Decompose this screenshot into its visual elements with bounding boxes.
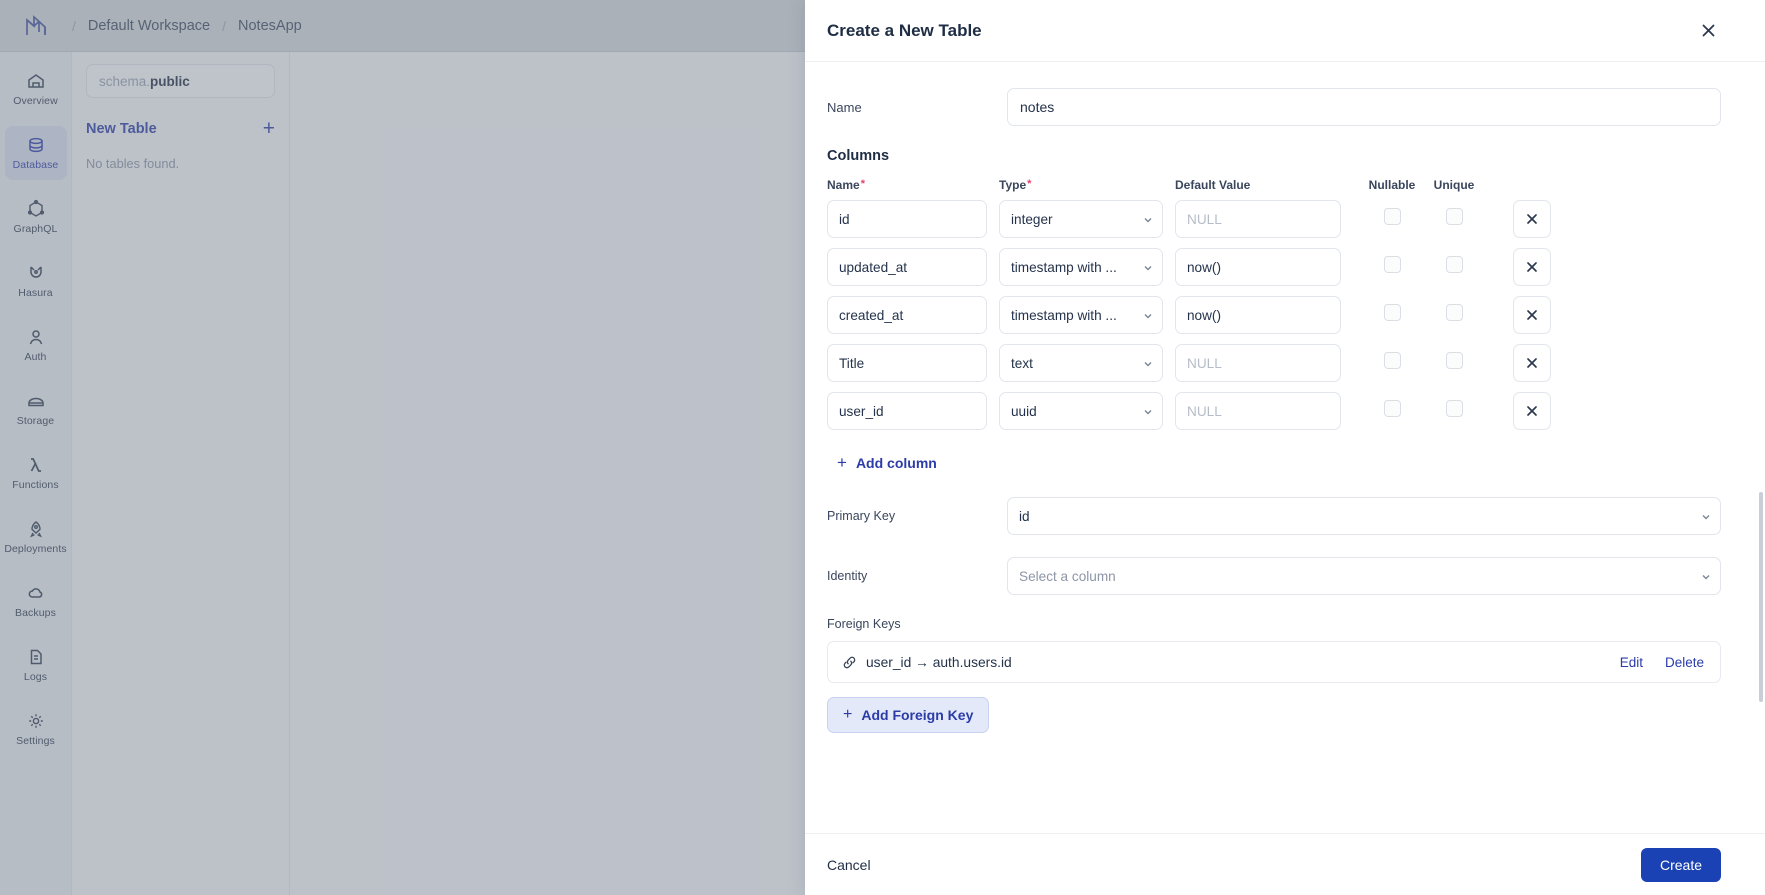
primary-key-field-row: Primary Key id [827, 497, 1721, 535]
table-row: timestamp with ... [827, 248, 1721, 286]
modal-footer: Cancel Create [805, 833, 1765, 895]
modal-header: Create a New Table [805, 0, 1765, 62]
column-name-input[interactable] [827, 392, 987, 430]
table-name-field-row: Name [827, 88, 1721, 126]
column-unique-checkbox[interactable] [1445, 304, 1463, 321]
add-column-button[interactable]: + Add column [837, 454, 937, 471]
table-row: integer [827, 200, 1721, 238]
add-foreign-key-label: Add Foreign Key [861, 707, 974, 723]
foreign-key-row: user_id → auth.users.id Edit Delete [827, 641, 1721, 683]
column-nullable-checkbox[interactable] [1383, 352, 1401, 369]
app-root: / Default Workspace / NotesApp Overview … [0, 0, 1765, 895]
column-header-type-text: Type [999, 178, 1027, 192]
column-unique-checkbox[interactable] [1445, 256, 1463, 273]
column-type-select[interactable]: integer [999, 200, 1163, 238]
remove-column-button[interactable] [1513, 200, 1551, 238]
create-table-modal: Create a New Table Name Columns Name* Ty… [805, 0, 1765, 895]
column-unique-checkbox[interactable] [1445, 400, 1463, 417]
foreign-key-delete-link[interactable]: Delete [1665, 655, 1704, 670]
columns-section-title: Columns [827, 148, 890, 164]
plus-icon: + [837, 453, 847, 472]
foreign-key-edit-link[interactable]: Edit [1620, 655, 1643, 670]
remove-column-button[interactable] [1513, 344, 1551, 382]
column-name-input[interactable] [827, 248, 987, 286]
create-button[interactable]: Create [1640, 847, 1721, 882]
column-default-input[interactable] [1175, 200, 1341, 238]
add-foreign-key-button[interactable]: + Add Foreign Key [827, 697, 990, 733]
identity-select[interactable]: Select a column [1007, 557, 1721, 595]
column-nullable-checkbox[interactable] [1383, 208, 1401, 225]
foreign-keys-label: Foreign Keys [827, 617, 901, 631]
column-unique-checkbox[interactable] [1445, 208, 1463, 225]
column-default-input[interactable] [1175, 248, 1341, 286]
column-default-input[interactable] [1175, 296, 1341, 334]
table-row: text [827, 344, 1721, 382]
column-header-nullable: Nullable [1368, 178, 1416, 192]
add-column-label: Add column [855, 454, 937, 471]
column-nullable-checkbox[interactable] [1383, 304, 1401, 321]
primary-key-select[interactable]: id [1007, 497, 1721, 535]
modal-body: Name Columns Name* Type* Default Value N… [805, 62, 1765, 833]
column-name-input[interactable] [827, 200, 987, 238]
link-icon [842, 655, 857, 670]
column-unique-checkbox[interactable] [1445, 352, 1463, 369]
plus-icon: + [843, 706, 853, 723]
identity-label: Identity [827, 569, 868, 583]
column-header-default: Default Value [1175, 178, 1251, 192]
primary-key-label: Primary Key [827, 509, 896, 523]
column-header-name: Name* [827, 178, 987, 192]
close-icon[interactable] [1695, 18, 1721, 44]
column-nullable-checkbox[interactable] [1383, 256, 1401, 273]
column-header-unique: Unique [1433, 178, 1475, 192]
column-name-input[interactable] [827, 344, 987, 382]
required-asterisk: * [860, 178, 865, 190]
required-asterisk: * [1027, 178, 1032, 190]
column-default-input[interactable] [1175, 344, 1341, 382]
column-header-name-text: Name [827, 178, 860, 192]
remove-column-button[interactable] [1513, 296, 1551, 334]
table-row: timestamp with ... [827, 296, 1721, 334]
column-type-select[interactable]: timestamp with ... [999, 296, 1163, 334]
table-name-label: Name [827, 99, 862, 115]
table-name-input[interactable] [1007, 88, 1721, 126]
columns-header-row: Name* Type* Default Value Nullable Uniqu… [827, 178, 1721, 192]
modal-scrollbar[interactable] [1759, 492, 1763, 702]
remove-column-button[interactable] [1513, 392, 1551, 430]
identity-field-row: Identity Select a column [827, 557, 1721, 595]
modal-backdrop-top[interactable] [0, 0, 805, 52]
column-type-select[interactable]: timestamp with ... [999, 248, 1163, 286]
column-type-select[interactable]: text [999, 344, 1163, 382]
column-default-input[interactable] [1175, 392, 1341, 430]
column-type-select[interactable]: uuid [999, 392, 1163, 430]
modal-title: Create a New Table [827, 20, 982, 40]
column-nullable-checkbox[interactable] [1383, 400, 1401, 417]
table-row: uuid [827, 392, 1721, 430]
column-header-type: Type* [999, 178, 1163, 192]
column-name-input[interactable] [827, 296, 987, 334]
cancel-button[interactable]: Cancel [827, 857, 871, 873]
remove-column-button[interactable] [1513, 248, 1551, 286]
modal-backdrop[interactable] [0, 0, 805, 895]
foreign-key-text: user_id → auth.users.id [866, 654, 1012, 670]
